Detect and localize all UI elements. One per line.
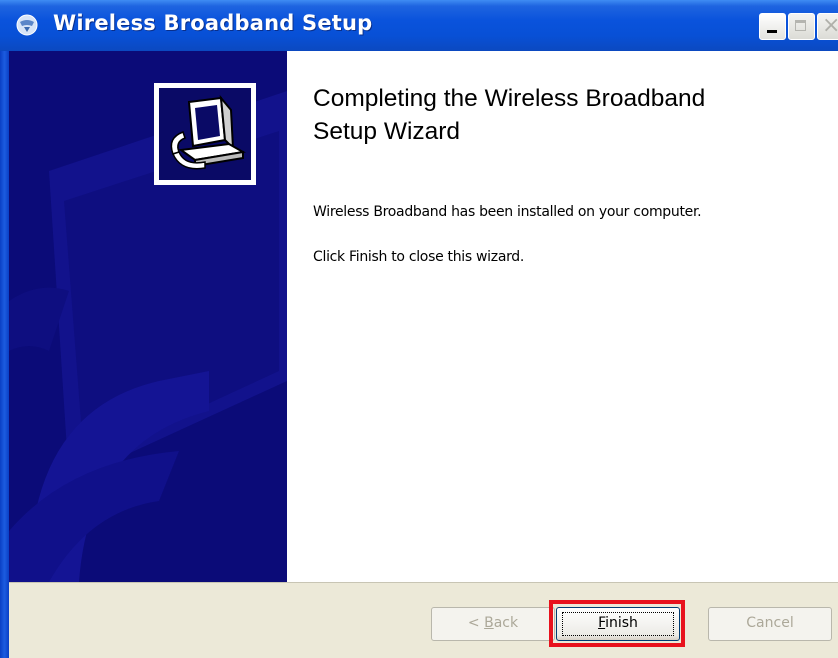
- install-complete-message: Wireless Broadband has been installed on…: [313, 204, 702, 220]
- wizard-heading-line2: Setup Wizard: [313, 118, 461, 145]
- finish-button[interactable]: Finish: [556, 607, 680, 641]
- maximize-button[interactable]: [788, 13, 815, 40]
- back-button[interactable]: < Back: [431, 607, 555, 641]
- finish-instruction-message: Click Finish to close this wizard.: [313, 249, 525, 265]
- minimize-button[interactable]: [759, 13, 786, 40]
- window-frame-left: [0, 51, 9, 658]
- cancel-button[interactable]: Cancel: [708, 607, 832, 641]
- window-title: Wireless Broadband Setup: [53, 11, 373, 35]
- wizard-heading-line1: Completing the Wireless Broadband: [313, 85, 706, 112]
- back-button-prefix: <: [467, 615, 485, 631]
- computer-install-icon: [170, 94, 246, 170]
- back-button-accel: B: [484, 615, 494, 631]
- wizard-image: [154, 83, 256, 185]
- setup-globe-icon: [16, 14, 38, 36]
- finish-button-label: inish: [605, 615, 638, 631]
- wizard-heading: Completing the Wireless Broadband Setup …: [313, 82, 833, 148]
- close-button[interactable]: [817, 13, 838, 40]
- back-button-label: ack: [493, 615, 519, 631]
- title-bar[interactable]: Wireless Broadband Setup: [0, 0, 838, 51]
